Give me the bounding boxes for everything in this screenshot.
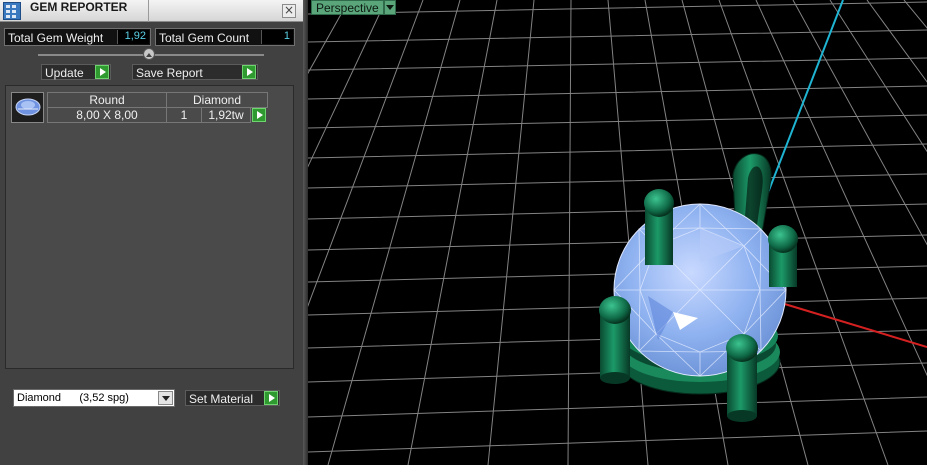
gem-row-cells: Round Diamond 8,00 X 8,00 1 1,92tw (47, 92, 268, 124)
3d-viewport[interactable]: Perspective (308, 0, 927, 465)
total-gem-weight-value: 1,92 (117, 30, 149, 44)
title-bar: GEM REPORTER × (0, 0, 303, 22)
app-icon (3, 2, 21, 20)
pendant-model (599, 153, 798, 422)
title-divider (148, 0, 149, 22)
total-gem-count-label: Total Gem Count (159, 31, 250, 45)
grid (308, 0, 927, 465)
slider-knob[interactable] (143, 48, 155, 60)
gem-shape: Round (47, 92, 167, 108)
set-material-button-label: Set Material (189, 392, 254, 406)
material-select[interactable]: Diamond (3,52 spg) (13, 389, 175, 407)
material-select-value: Diamond (3,52 spg) (17, 392, 129, 404)
gem-type: Diamond (166, 92, 268, 108)
prong-back-right (768, 225, 798, 287)
total-gem-count: Total Gem Count 1 (155, 28, 295, 46)
gem-quantity: 1 (166, 107, 202, 123)
panel-title: GEM REPORTER (30, 0, 128, 14)
gem-icon (11, 92, 44, 123)
gem-list: Round Diamond 8,00 X 8,00 1 1,92tw (5, 85, 294, 369)
update-button-label: Update (45, 66, 84, 80)
viewport-label[interactable]: Perspective (311, 0, 384, 15)
gem-weight: 1,92tw (201, 107, 251, 123)
prong-back-left (644, 189, 674, 265)
prong-front-right (726, 334, 758, 422)
close-icon[interactable]: × (282, 4, 296, 18)
total-gem-count-value: 1 (261, 30, 293, 44)
play-arrow-icon[interactable] (252, 108, 266, 122)
play-arrow-icon (264, 391, 278, 405)
3d-scene (308, 0, 927, 465)
update-button[interactable]: Update (41, 64, 111, 80)
total-gem-weight: Total Gem Weight 1,92 (4, 28, 151, 46)
dropdown-arrow-icon[interactable] (384, 0, 396, 15)
dropdown-arrow-icon[interactable] (158, 391, 173, 405)
gem-size: 8,00 X 8,00 (47, 107, 167, 123)
gem-reporter-panel: GEM REPORTER × Total Gem Weight 1,92 Tot… (0, 0, 303, 465)
play-arrow-icon (242, 65, 256, 79)
total-gem-weight-label: Total Gem Weight (8, 31, 104, 45)
save-report-button[interactable]: Save Report (132, 64, 258, 80)
play-arrow-icon (95, 65, 109, 79)
prong-front-left (599, 296, 631, 384)
save-report-button-label: Save Report (136, 66, 203, 80)
set-material-button[interactable]: Set Material (185, 390, 280, 406)
